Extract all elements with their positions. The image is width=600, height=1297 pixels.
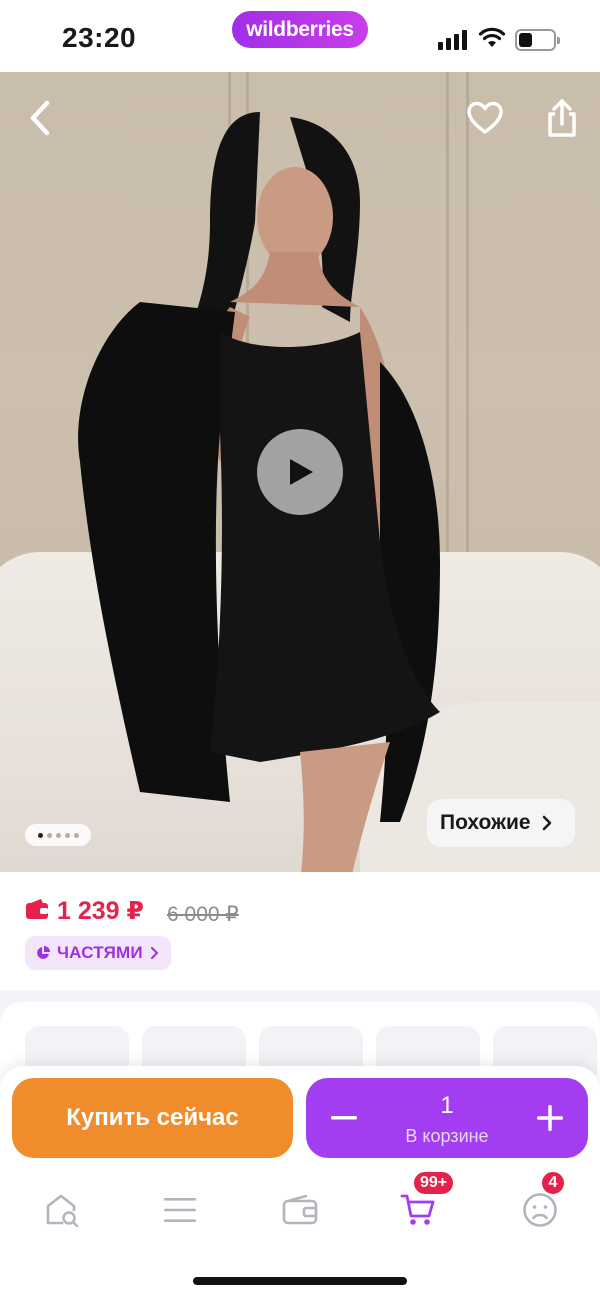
home-indicator — [193, 1277, 407, 1285]
share-button[interactable] — [540, 94, 584, 142]
plus-icon — [537, 1105, 563, 1131]
installments-button[interactable]: ЧАСТЯМИ — [25, 936, 171, 970]
wallet-icon — [282, 1195, 318, 1225]
tab-catalog[interactable] — [150, 1182, 210, 1238]
share-icon — [548, 99, 576, 137]
play-video-button[interactable] — [257, 429, 343, 515]
tab-bar: 99+ 4 — [0, 1170, 600, 1238]
pie-chart-icon — [37, 946, 50, 959]
price-section: 1 239 ₽ 6 000 ₽ ЧАСТЯМИ — [0, 872, 600, 990]
heart-icon — [467, 101, 503, 134]
profile-icon — [523, 1193, 557, 1227]
menu-icon — [164, 1198, 196, 1222]
bottom-action-bar: Купить сейчас 1 В корзине 99+ 4 — [0, 1066, 600, 1297]
old-price: 6 000 ₽ — [167, 903, 239, 926]
cart-stepper: 1 В корзине — [306, 1078, 588, 1158]
battery-level — [519, 33, 532, 47]
tab-wallet[interactable] — [270, 1182, 330, 1238]
play-icon — [290, 459, 313, 485]
increase-quantity-button[interactable] — [520, 1078, 580, 1158]
gallery-dot[interactable] — [46, 832, 52, 838]
brand-logo: wildberries — [232, 11, 368, 48]
current-price: 1 239 ₽ — [57, 897, 144, 925]
gallery-dot[interactable] — [55, 832, 61, 838]
gallery-dot[interactable] — [37, 832, 43, 838]
battery-icon — [515, 29, 560, 51]
cart-icon — [400, 1194, 435, 1225]
tab-cart[interactable]: 99+ — [388, 1170, 456, 1238]
gallery-dot[interactable] — [73, 832, 79, 838]
home-search-icon — [46, 1194, 79, 1227]
cart-badge: 99+ — [412, 1170, 456, 1196]
chevron-right-icon — [542, 815, 551, 831]
chevron-right-icon — [150, 947, 158, 959]
chevron-left-icon — [30, 100, 50, 136]
gallery-pagination[interactable] — [25, 824, 91, 846]
gallery-dot[interactable] — [64, 832, 70, 838]
tab-profile[interactable]: 4 — [510, 1170, 570, 1238]
tab-home-search[interactable] — [32, 1182, 92, 1238]
back-button[interactable] — [18, 94, 62, 142]
product-image[interactable]: Похожие — [0, 72, 600, 872]
buy-now-button[interactable]: Купить сейчас — [12, 1078, 293, 1158]
status-bar: 23:20 wildberries — [0, 0, 600, 72]
status-time: 23:20 — [62, 22, 137, 53]
wallet-icon — [26, 899, 48, 919]
similar-button[interactable]: Похожие — [427, 799, 575, 847]
profile-badge: 4 — [540, 1170, 566, 1196]
favorite-button[interactable] — [462, 96, 508, 140]
wifi-icon — [478, 27, 506, 47]
similar-label: Похожие — [440, 811, 531, 834]
installments-label: ЧАСТЯМИ — [57, 943, 143, 962]
signal-icon — [438, 30, 468, 50]
